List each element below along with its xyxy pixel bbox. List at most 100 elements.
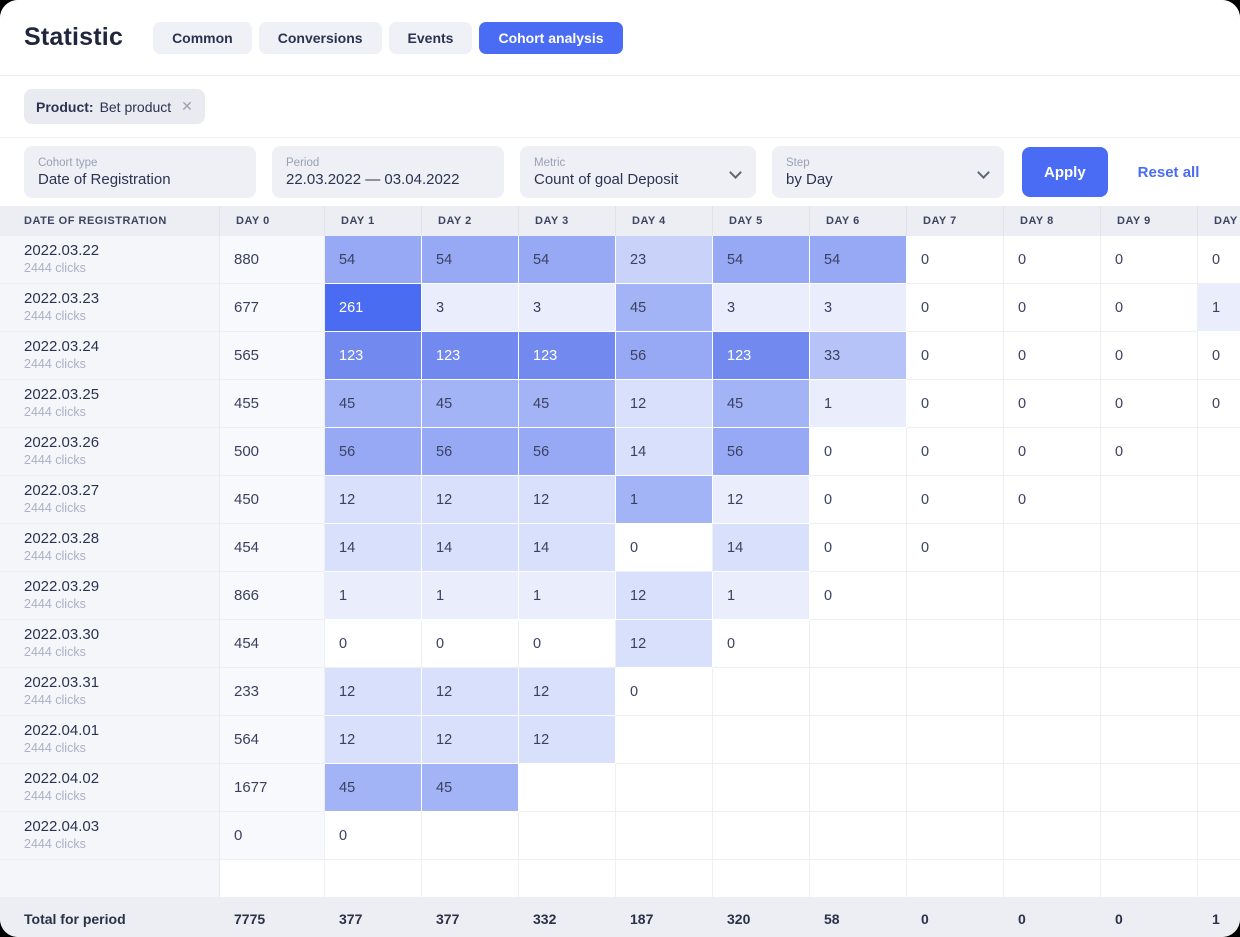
tab-conversions[interactable]: Conversions xyxy=(259,22,382,54)
total-cell: 0 xyxy=(1101,897,1198,937)
empty-cell xyxy=(713,764,810,812)
step-value: by Day xyxy=(786,171,970,188)
period-field[interactable]: Period 22.03.2022 — 03.04.2022 xyxy=(272,146,504,198)
column-header: DAY 8 xyxy=(1004,206,1101,236)
total-cell: 0 xyxy=(1004,897,1101,937)
apply-button[interactable]: Apply xyxy=(1022,147,1108,197)
cohort-clicks: 2444 clicks xyxy=(24,645,86,661)
day0-cell: 564 xyxy=(220,716,325,764)
value-cell: 45 xyxy=(325,764,422,812)
value-cell: 0 xyxy=(616,668,713,716)
value-cell: 56 xyxy=(616,332,713,380)
value-cell: 0 xyxy=(907,332,1004,380)
empty-cell xyxy=(1004,764,1101,812)
empty-cell xyxy=(1004,668,1101,716)
step-select[interactable]: Step by Day xyxy=(772,146,1004,198)
table-row: 2022.03.222444 clicks8805454542354540000 xyxy=(0,236,1240,284)
cohort-date: 2022.03.27 xyxy=(24,482,99,501)
empty-cell xyxy=(1198,476,1240,524)
column-header: DAY 4 xyxy=(616,206,713,236)
cohort-date: 2022.03.24 xyxy=(24,338,99,357)
value-cell: 3 xyxy=(422,284,519,332)
value-cell: 0 xyxy=(616,524,713,572)
cohort-clicks: 2444 clicks xyxy=(24,549,86,565)
value-cell: 56 xyxy=(422,428,519,476)
spacer-cell xyxy=(713,860,810,897)
cohort-date: 2022.03.26 xyxy=(24,434,99,453)
value-cell: 54 xyxy=(325,236,422,284)
value-cell: 14 xyxy=(519,524,616,572)
empty-cell xyxy=(1101,716,1198,764)
value-cell: 0 xyxy=(810,572,907,620)
total-cell: 58 xyxy=(810,897,907,937)
value-cell: 1 xyxy=(713,572,810,620)
value-cell: 0 xyxy=(1101,380,1198,428)
cohort-date: 2022.03.28 xyxy=(24,530,99,549)
period-value: 22.03.2022 — 03.04.2022 xyxy=(286,171,490,188)
metric-label: Metric xyxy=(534,157,722,169)
period-label: Period xyxy=(286,157,490,169)
column-header: DAY 10 xyxy=(1198,206,1240,236)
value-cell: 0 xyxy=(907,476,1004,524)
value-cell: 1 xyxy=(325,572,422,620)
value-cell: 54 xyxy=(519,236,616,284)
value-cell: 3 xyxy=(810,284,907,332)
value-cell: 0 xyxy=(810,476,907,524)
tab-cohort-analysis[interactable]: Cohort analysis xyxy=(479,22,622,54)
value-cell: 1 xyxy=(519,572,616,620)
value-cell: 12 xyxy=(325,716,422,764)
product-filter-chip[interactable]: Product: Bet product ✕ xyxy=(24,89,205,124)
value-cell: 23 xyxy=(616,236,713,284)
step-label: Step xyxy=(786,157,970,169)
value-cell: 0 xyxy=(907,380,1004,428)
value-cell: 1 xyxy=(810,380,907,428)
metric-select[interactable]: Metric Count of goal Deposit xyxy=(520,146,756,198)
table-row: 2022.04.012444 clicks564121212 xyxy=(0,716,1240,764)
day0-cell: 0 xyxy=(220,812,325,860)
empty-cell xyxy=(907,764,1004,812)
value-cell: 45 xyxy=(422,764,519,812)
table-row: 2022.03.242444 clicks5651231231235612333… xyxy=(0,332,1240,380)
empty-cell xyxy=(1198,716,1240,764)
empty-cell xyxy=(1198,812,1240,860)
value-cell: 45 xyxy=(325,380,422,428)
value-cell: 261 xyxy=(325,284,422,332)
empty-cell xyxy=(1198,620,1240,668)
value-cell: 0 xyxy=(907,284,1004,332)
empty-cell xyxy=(810,812,907,860)
value-cell: 45 xyxy=(616,284,713,332)
cohort-clicks: 2444 clicks xyxy=(24,693,86,709)
reset-all-link[interactable]: Reset all xyxy=(1138,164,1200,181)
value-cell: 0 xyxy=(810,428,907,476)
value-cell: 14 xyxy=(325,524,422,572)
value-cell: 0 xyxy=(1004,332,1101,380)
metric-value: Count of goal Deposit xyxy=(534,171,722,188)
day0-cell: 454 xyxy=(220,620,325,668)
total-cell: 332 xyxy=(519,897,616,937)
tab-common[interactable]: Common xyxy=(153,22,252,54)
value-cell: 3 xyxy=(519,284,616,332)
cohort-date: 2022.03.30 xyxy=(24,626,99,645)
cohort-date: 2022.03.23 xyxy=(24,290,99,309)
value-cell: 56 xyxy=(325,428,422,476)
table-body: 2022.03.222444 clicks8805454542354540000… xyxy=(0,236,1240,860)
value-cell: 54 xyxy=(713,236,810,284)
cohort-type-field[interactable]: Cohort type Date of Registration xyxy=(24,146,256,198)
empty-cell xyxy=(616,812,713,860)
spacer-cell xyxy=(519,860,616,897)
value-cell: 54 xyxy=(422,236,519,284)
chip-remove-icon[interactable]: ✕ xyxy=(181,98,193,115)
tab-events[interactable]: Events xyxy=(389,22,473,54)
total-cell: 187 xyxy=(616,897,713,937)
value-cell: 45 xyxy=(422,380,519,428)
cohort-date-cell: 2022.03.302444 clicks xyxy=(0,620,220,668)
cohort-date: 2022.03.25 xyxy=(24,386,99,405)
cohort-clicks: 2444 clicks xyxy=(24,453,86,469)
empty-cell xyxy=(1198,572,1240,620)
value-cell: 123 xyxy=(713,332,810,380)
empty-cell xyxy=(1004,716,1101,764)
value-cell: 0 xyxy=(907,428,1004,476)
day0-cell: 454 xyxy=(220,524,325,572)
total-cell: 377 xyxy=(422,897,519,937)
cohort-clicks: 2444 clicks xyxy=(24,789,86,805)
